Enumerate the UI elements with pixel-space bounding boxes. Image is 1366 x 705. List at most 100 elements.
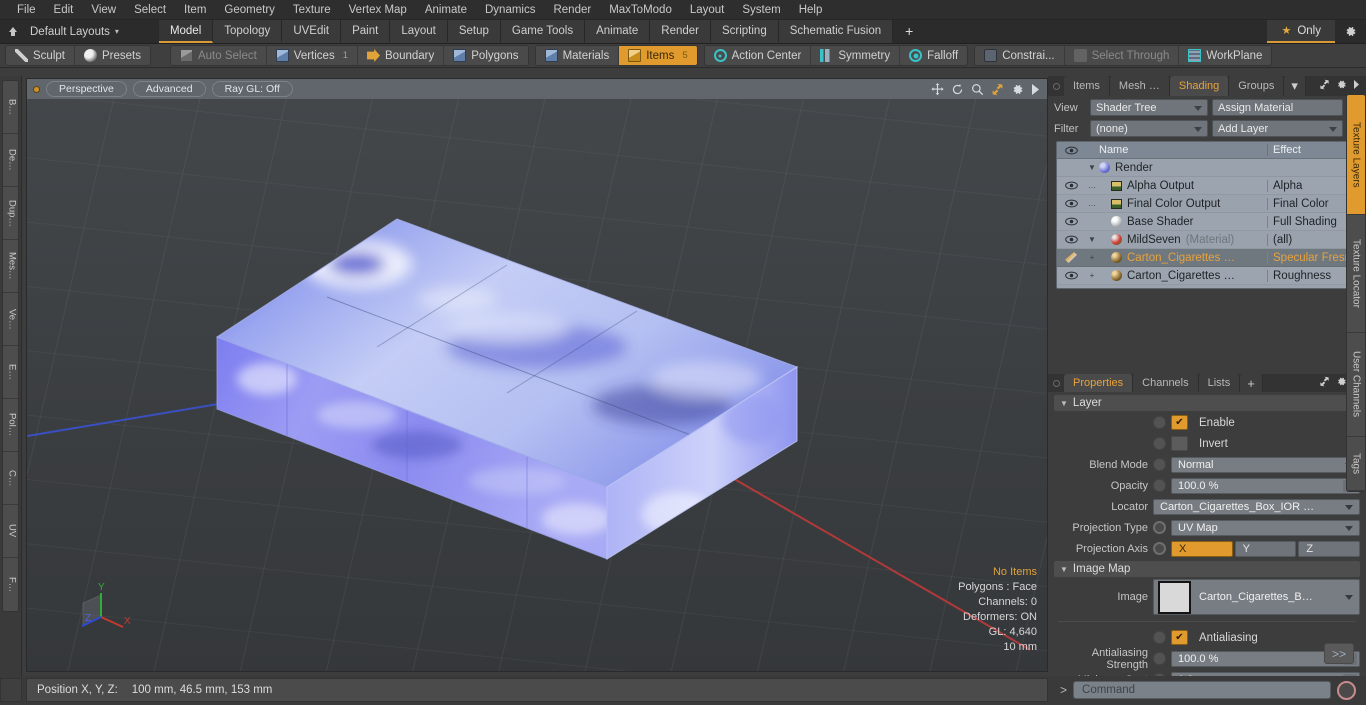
projection-axis-z[interactable]: Z [1298,540,1361,557]
projection-axis-x[interactable]: X [1171,540,1233,557]
gear-icon[interactable] [1336,79,1347,93]
row-brush-toggle[interactable] [1057,252,1085,263]
left-tab-fusion[interactable]: F… [3,558,18,611]
projection-type-anim-dot[interactable] [1153,521,1166,534]
layer-section-header[interactable]: ▼ Layer [1054,395,1360,411]
expand-icon[interactable] [1319,376,1330,390]
row-expander[interactable]: + [1085,253,1099,262]
viewport-shading-dropdown[interactable]: Advanced [132,81,206,97]
add-properties-tab[interactable]: + [1240,374,1263,392]
menu-item-view[interactable]: View [82,2,125,18]
left-tab-polygon[interactable]: Pol… [3,399,18,452]
image-dropdown[interactable]: Carton_Cigarettes_B… [1153,579,1360,615]
viewport-raygl-dropdown[interactable]: Ray GL: Off [211,81,293,97]
presets-button[interactable]: Presets [74,46,150,65]
tab-animate[interactable]: Animate [585,20,651,43]
falloff-button[interactable]: Falloff [900,46,968,65]
viewport-canvas[interactable]: Y X Z No Items Polygons : Face Channels:… [27,99,1047,671]
symmetry-button[interactable]: Symmetry [811,46,901,65]
locator-dropdown[interactable]: Carton_Cigarettes_Box_IOR … [1153,498,1360,515]
blend-mode-dropdown[interactable]: Normal [1171,456,1360,473]
menu-item-dynamics[interactable]: Dynamics [476,2,544,18]
default-layouts-dropdown[interactable]: Default Layouts ▾ [26,20,129,43]
record-icon[interactable] [1337,680,1356,700]
chevron-right-icon[interactable] [1353,80,1360,92]
menu-item-animate[interactable]: Animate [416,2,476,18]
menu-item-edit[interactable]: Edit [45,2,83,18]
menu-item-file[interactable]: File [8,2,45,18]
table-row[interactable]: … Final Color Output Final Color [1057,195,1359,213]
select-through-button[interactable]: Select Through [1064,46,1180,65]
left-tab-uv[interactable]: UV [3,505,18,558]
right-tab-user-channels[interactable]: User Channels [1347,333,1365,437]
menu-item-item[interactable]: Item [175,2,215,18]
action-center-button[interactable]: Action Center [704,46,812,65]
tab-render[interactable]: Render [650,20,711,43]
magnifier-icon[interactable] [971,83,984,96]
tab-setup[interactable]: Setup [447,20,501,43]
table-row[interactable]: Base Shader Full Shading [1057,213,1359,231]
panel-menu-dot[interactable] [1048,76,1064,96]
menu-item-help[interactable]: Help [790,2,832,18]
invert-anim-dot[interactable] [1153,437,1166,450]
view-dropdown[interactable]: Shader Tree [1090,99,1208,116]
menu-item-texture[interactable]: Texture [284,2,340,18]
workplane-button[interactable]: WorkPlane [1179,46,1272,65]
table-row[interactable]: + Carton_Cigarettes … Roughness [1057,267,1359,285]
menu-item-vertex-map[interactable]: Vertex Map [340,2,416,18]
move-icon[interactable] [931,82,944,96]
antialiasing-anim-dot[interactable] [1153,631,1166,644]
row-expander[interactable]: + [1085,271,1099,280]
home-icon[interactable] [0,20,26,43]
left-tab-curve[interactable]: C… [3,452,18,505]
boundary-button[interactable]: Boundary [358,46,445,65]
more-options-button[interactable]: >> [1324,643,1354,664]
add-layer-dropdown[interactable]: Add Layer [1212,120,1343,137]
projection-axis-y[interactable]: Y [1234,540,1297,557]
carton-box-mesh[interactable] [207,218,827,639]
only-button[interactable]: ★ Only [1267,20,1335,43]
row-eye-toggle[interactable] [1057,235,1085,244]
right-tab-texture-locator[interactable]: Texture Locator [1347,215,1365,333]
invert-checkbox[interactable]: ✔ [1171,436,1188,451]
vertices-button[interactable]: Vertices 1 [266,46,359,65]
tab-game-tools[interactable]: Game Tools [500,20,586,43]
row-eye-toggle[interactable] [1057,217,1085,226]
tab-mesh[interactable]: Mesh … [1109,76,1170,96]
maximize-icon[interactable] [991,83,1004,96]
projection-axis-anim-dot[interactable] [1153,542,1166,555]
row-eye-toggle[interactable] [1057,271,1085,280]
menu-item-render[interactable]: Render [544,2,600,18]
menu-item-select[interactable]: Select [125,2,175,18]
tab-layout[interactable]: Layout [390,20,448,43]
polygons-button[interactable]: Polygons [444,46,528,65]
viewport-3d[interactable]: Perspective Advanced Ray GL: Off Y X Z N… [26,78,1048,672]
menu-item-layout[interactable]: Layout [681,2,734,18]
enable-checkbox[interactable]: ✔ [1171,415,1188,430]
gear-icon[interactable] [1335,20,1366,43]
sculpt-button[interactable]: Sculpt [6,46,75,65]
play-arrow-icon[interactable] [1031,83,1040,95]
left-tab-vertex[interactable]: Ve… [3,293,18,346]
enable-anim-dot[interactable] [1153,416,1166,429]
assign-material-button[interactable]: Assign Material [1212,99,1343,116]
row-eye-toggle[interactable] [1057,181,1085,190]
table-row[interactable]: + Carton_Cigarettes … Specular Fresn… [1057,249,1359,267]
auto-select-button[interactable]: Auto Select [170,46,267,65]
tab-schematic-fusion[interactable]: Schematic Fusion [778,20,894,43]
tab-shading[interactable]: Shading [1169,76,1230,96]
left-tab-deform[interactable]: De… [3,134,18,187]
right-tab-tags[interactable]: Tags [1347,437,1365,491]
viewport-menu-dot[interactable] [33,85,40,93]
shader-tree[interactable]: Name Effect ▼ Render … Alpha Output Alph… [1056,141,1360,289]
tab-lists[interactable]: Lists [1198,374,1241,392]
menu-item-maxtomodo[interactable]: MaxToModo [600,2,681,18]
left-tab-mesh[interactable]: Mes… [3,240,18,293]
tab-overflow-caret[interactable]: ▾ [1284,76,1306,96]
row-expander[interactable]: ▼ [1085,235,1099,244]
table-row[interactable]: … Alpha Output Alpha [1057,177,1359,195]
aa-strength-anim-dot[interactable] [1153,652,1166,665]
filter-dropdown[interactable]: (none) [1090,120,1208,137]
expand-icon[interactable] [1319,79,1330,93]
tab-properties[interactable]: Properties [1064,374,1134,392]
